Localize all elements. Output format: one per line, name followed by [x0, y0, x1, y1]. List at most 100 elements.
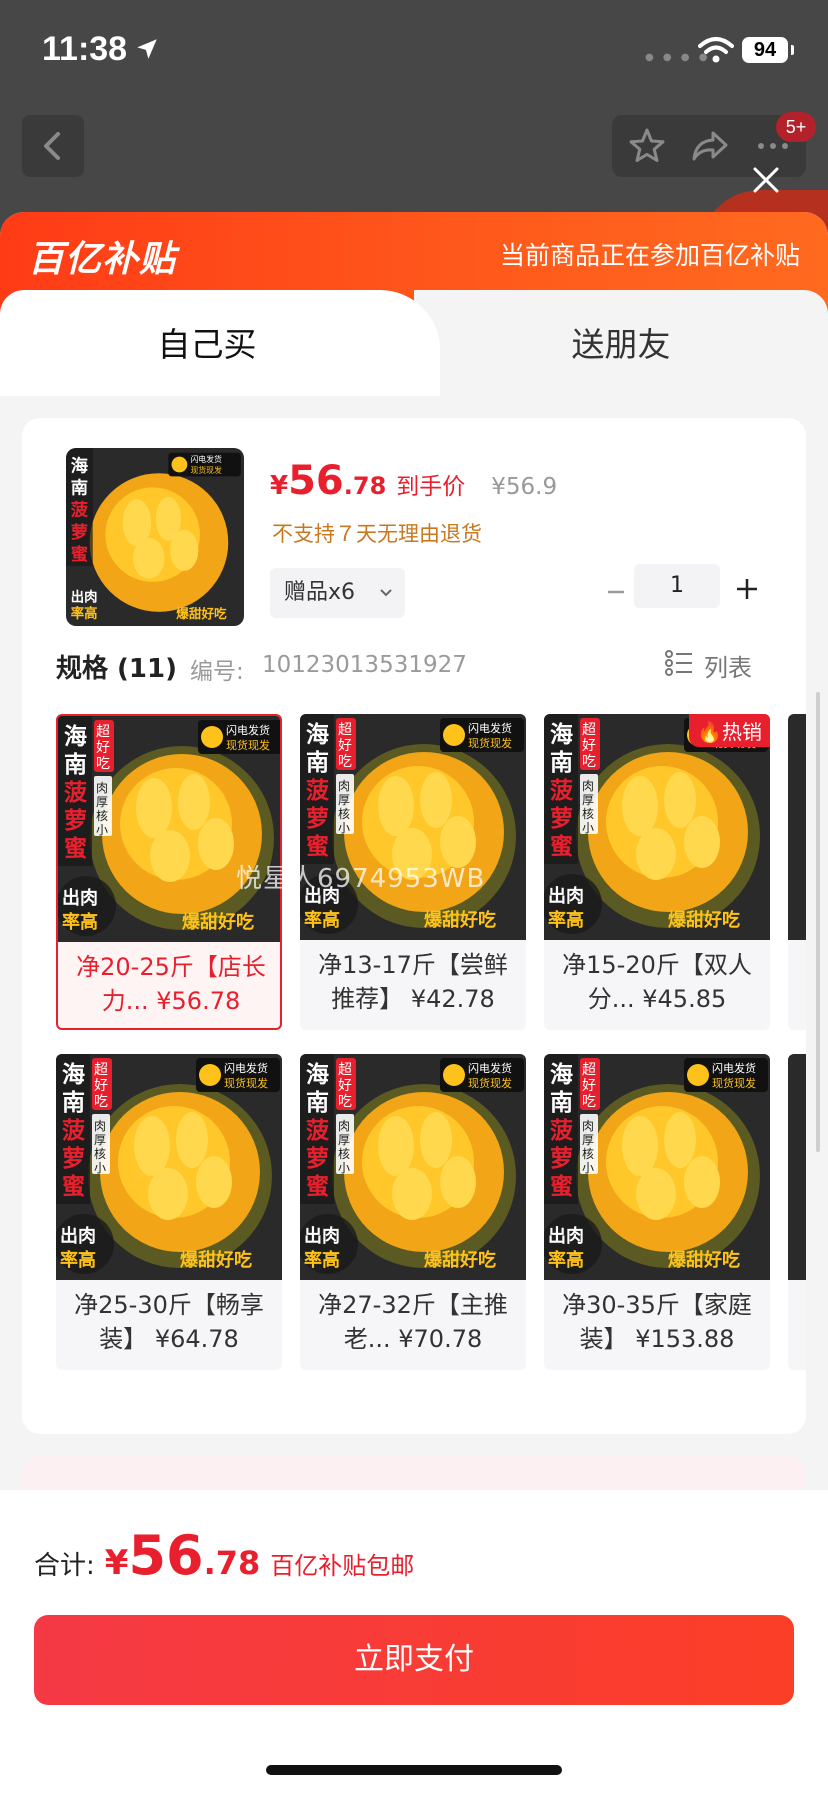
svg-text:肉: 肉 [338, 779, 350, 793]
image-ship-text: 闪电发货 [226, 723, 270, 737]
gift-label: 赠品x6 [284, 580, 356, 605]
total-integer: 56 [128, 1524, 204, 1587]
image-ship-text: 现货现发 [712, 1076, 756, 1090]
svg-text:肉: 肉 [96, 781, 108, 795]
spec-item-partial-image [788, 1054, 806, 1280]
svg-text:南: 南 [306, 1090, 329, 1116]
svg-text:南: 南 [550, 750, 573, 776]
quantity-input[interactable]: 1 [634, 564, 720, 608]
svg-text:超: 超 [96, 724, 110, 740]
svg-text:海: 海 [306, 721, 329, 748]
svg-text:肉: 肉 [582, 1119, 594, 1133]
svg-text:菠: 菠 [550, 778, 573, 804]
image-meat-text-2: 率高 [304, 1249, 340, 1271]
image-meat-text-2: 率高 [60, 1249, 96, 1271]
svg-text:小: 小 [338, 1161, 350, 1175]
spec-item[interactable]: 闪电发货现货现发海南菠萝蜜超好吃肉厚核小出肉率高爆甜好吃🔥热销净15-20斤【双… [544, 714, 770, 1030]
list-view-toggle[interactable]: 列表 [664, 648, 752, 683]
svg-text:率高: 率高 [71, 605, 98, 622]
svg-text:爆甜好吃: 爆甜好吃 [176, 606, 227, 621]
spec-number: 10123013531927 [262, 652, 467, 678]
spec-item-label: 净27-32斤【主推老... ¥70.78 [318, 1291, 508, 1353]
image-ship-text: 现货现发 [468, 1076, 512, 1090]
svg-text:南: 南 [306, 750, 329, 776]
decrease-quantity-button[interactable] [598, 574, 634, 610]
pay-now-button[interactable]: 立即支付 [34, 1615, 794, 1705]
image-meat-text-1: 出肉 [548, 1225, 584, 1247]
svg-text:超: 超 [338, 1062, 352, 1078]
scrollbar[interactable] [816, 692, 820, 1152]
image-side-text: 海南菠萝蜜 [550, 1061, 573, 1200]
hot-sale-badge: 🔥热销 [689, 714, 770, 747]
spec-item-partial[interactable] [788, 714, 806, 1030]
close-icon[interactable] [746, 160, 786, 200]
svg-text:萝: 萝 [550, 806, 573, 832]
list-view-label: 列表 [704, 654, 752, 682]
total-label: 合计: [34, 1551, 95, 1581]
image-ship-text: 闪电发货 [224, 1061, 268, 1075]
image-sweet-text: 爆甜好吃 [180, 1249, 252, 1271]
image-ship-text: 现货现发 [226, 738, 270, 752]
svg-text:肉: 肉 [94, 1119, 106, 1133]
total-row: 合计: ¥56.78 百亿补贴包邮 [34, 1524, 414, 1587]
svg-text:蜜: 蜜 [62, 1173, 85, 1200]
subsidy-notice: 当前商品正在参加百亿补贴 [499, 241, 800, 270]
svg-text:海: 海 [306, 1061, 329, 1088]
svg-text:核: 核 [338, 1147, 350, 1161]
back-button[interactable] [22, 115, 84, 177]
spec-item[interactable]: 闪电发货 现货现发海南菠萝蜜超好吃肉厚核小出肉 率高 爆甜好吃 净25-30斤【畅享装】… [56, 1054, 282, 1370]
svg-text:厚: 厚 [96, 795, 108, 809]
svg-text:小: 小 [582, 821, 594, 835]
svg-text:萝: 萝 [306, 806, 329, 832]
svg-text:南: 南 [64, 752, 87, 778]
image-sweet-text: 爆甜好吃 [182, 911, 254, 933]
svg-text:蜜: 蜜 [550, 1173, 573, 1200]
svg-text:超: 超 [338, 722, 352, 738]
increase-quantity-button[interactable] [730, 572, 764, 606]
svg-text:菠: 菠 [306, 1118, 329, 1144]
image-side-text: 海南菠萝蜜 [550, 721, 573, 860]
image-ship-text: 闪电发货 [468, 721, 512, 735]
svg-text:核: 核 [96, 809, 108, 823]
share-icon[interactable] [680, 115, 742, 177]
svg-text:海: 海 [64, 723, 87, 750]
list-icon [665, 650, 692, 676]
price-row: ¥56.78 到手价 ¥56.9 [270, 458, 557, 504]
image-sweet-text: 爆甜好吃 [424, 909, 496, 931]
spec-item[interactable]: 闪电发货 现货现发海南菠萝蜜超好吃肉厚核小出肉 率高 爆甜好吃 净30-35斤【家庭装】… [544, 1054, 770, 1370]
spec-item[interactable]: 闪电发货 现货现发海南菠萝蜜超好吃肉厚核小出肉 率高 爆甜好吃 净27-32斤【主推老.… [300, 1054, 526, 1370]
svg-text:现货现发: 现货现发 [190, 465, 222, 475]
spec-item-partial[interactable] [788, 1054, 806, 1370]
status-bar: 11:38 ● ● ● ● 94 [0, 0, 828, 100]
price-integer: 56 [288, 458, 344, 504]
image-sweet-text: 爆甜好吃 [424, 1249, 496, 1271]
jackfruit-image: 海 南 菠 萝 蜜 闪电发货 现货现发 出肉 率高 爆甜好吃 [66, 448, 244, 626]
svg-text:小: 小 [94, 1161, 106, 1175]
svg-text:萝: 萝 [62, 1146, 85, 1172]
svg-text:小: 小 [338, 821, 350, 835]
svg-text:肉: 肉 [338, 1119, 350, 1133]
subsidy-logo: 百亿补贴 [28, 239, 177, 280]
star-icon[interactable] [616, 115, 678, 177]
image-sweet-text: 爆甜好吃 [668, 1249, 740, 1271]
page: 11:38 ● ● ● ● 94 5+ 百亿补贴 当前商品正在参加百亿补贴 自己… [0, 0, 828, 1793]
gift-selector[interactable]: 赠品x6 [270, 568, 405, 618]
svg-text:厚: 厚 [582, 793, 594, 807]
price-currency: ¥ [270, 471, 289, 501]
chevron-down-icon [380, 589, 392, 597]
svg-text:南: 南 [62, 1090, 85, 1116]
svg-text:萝: 萝 [71, 522, 88, 543]
svg-text:好: 好 [96, 740, 110, 756]
svg-text:核: 核 [582, 1147, 594, 1161]
image-thick-text: 肉厚核小 [94, 1119, 106, 1175]
chevron-left-icon [44, 132, 60, 160]
tab-gift-friend-label: 送朋友 [571, 325, 671, 364]
svg-text:核: 核 [338, 807, 350, 821]
svg-text:萝: 萝 [550, 1146, 573, 1172]
wifi-icon [698, 37, 734, 63]
svg-text:超: 超 [582, 722, 596, 738]
image-thick-text: 肉厚核小 [96, 781, 108, 837]
svg-text:好: 好 [338, 1078, 352, 1094]
jackfruit-image: 闪电发货现货现发海南菠萝蜜超好吃肉厚核小出肉率高爆甜好吃 [56, 1054, 282, 1280]
image-meat-text-2: 率高 [548, 909, 584, 931]
